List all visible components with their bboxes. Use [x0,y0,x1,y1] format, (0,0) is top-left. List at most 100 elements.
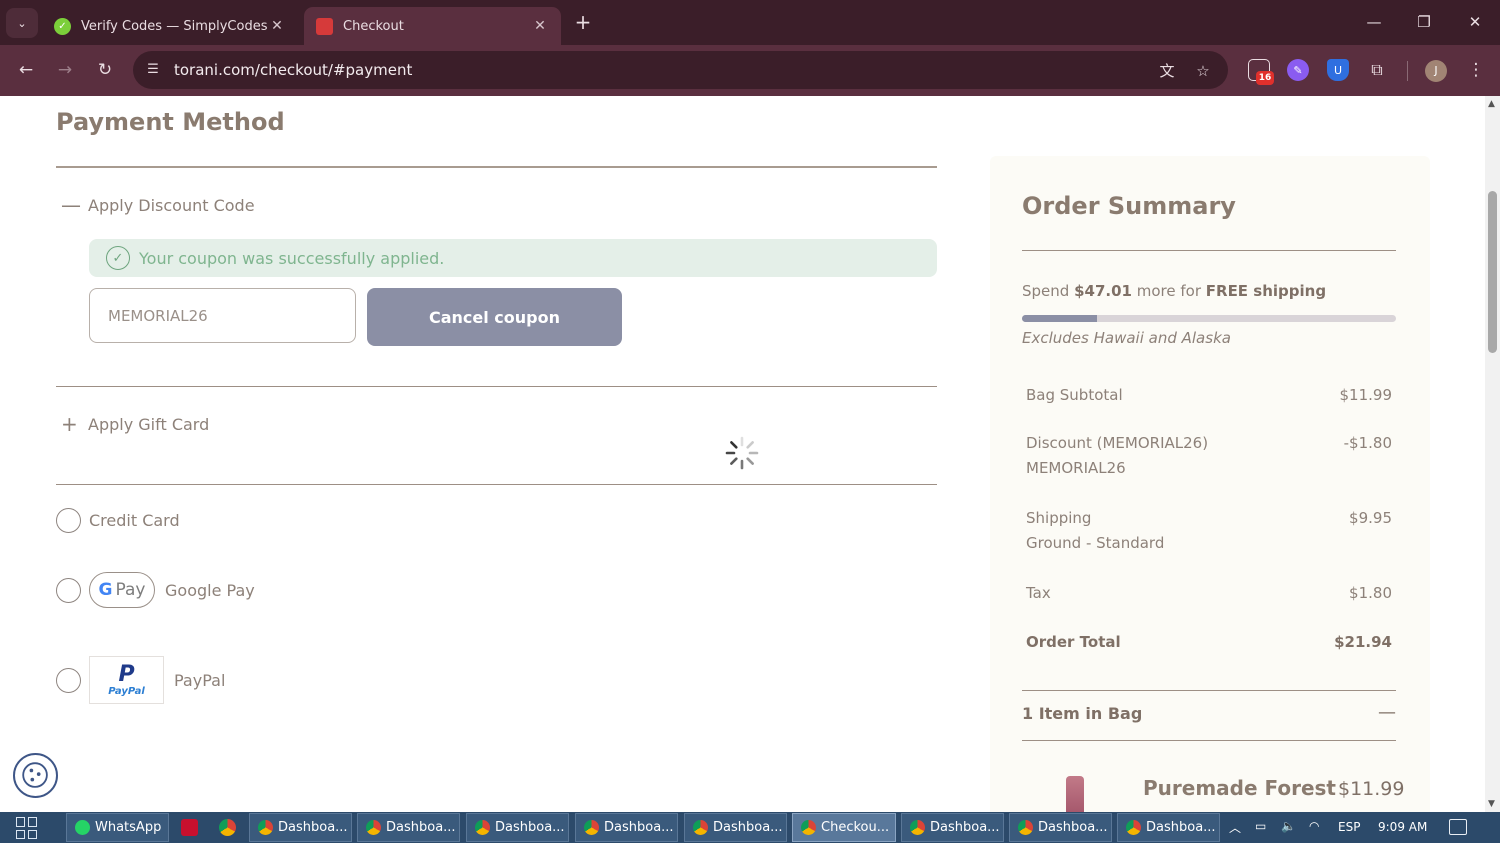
volume-icon[interactable]: 🔈 [1281,819,1296,833]
coupon-input[interactable] [89,288,356,343]
chrome-icon [366,820,381,835]
scroll-thumb[interactable] [1488,191,1497,353]
profile-avatar[interactable]: J [1425,60,1447,82]
close-window-icon[interactable]: ✕ [1465,12,1485,32]
taskbar-item-dashboard[interactable]: Dashboa... [901,813,1004,842]
windows-taskbar: WhatsApp Dashboa... Dashboa... Dashboa..… [0,812,1500,843]
chevron-down-icon: ⌄ [17,16,27,30]
line-value: $9.95 [1349,509,1392,527]
line-label: Shipping [1026,509,1092,527]
line-label: Tax [1026,584,1051,602]
tab-title: Verify Codes — SimplyCodes [81,18,268,34]
bookmark-star-icon[interactable]: ☆ [1192,60,1214,82]
checkout-page: Payment Method — Apply Discount Code ✓ Y… [0,96,1485,812]
taskbar-label: Dashboa... [604,820,674,835]
menu-kebab-icon[interactable]: ⋮ [1464,58,1488,82]
divider [1022,740,1396,741]
translate-icon[interactable]: 文 [1156,60,1178,82]
notification-icon[interactable] [1449,819,1467,835]
url-text: torani.com/checkout/#payment [174,61,413,79]
line-label: Discount (MEMORIAL26) [1026,434,1209,452]
line-sublabel: Ground - Standard [1026,534,1165,552]
battery-icon[interactable]: ▭ [1255,819,1266,833]
tab-search-button[interactable]: ⌄ [6,8,38,38]
taskbar-item-dashboard[interactable]: Dashboa... [1117,813,1220,842]
collapse-minus-icon[interactable]: — [1378,702,1396,723]
google-pay-label: Google Pay [165,580,255,600]
tab-title: Checkout [343,18,404,34]
line-value: $1.80 [1349,584,1392,602]
gift-card-toggle[interactable]: + Apply Gift Card [61,412,209,436]
extension-badge: 16 [1256,71,1274,85]
paypal-logo: P PayPal [89,656,164,704]
taskbar-label: Dashboa... [1146,820,1216,835]
cancel-coupon-button[interactable]: Cancel coupon [367,288,622,346]
clock[interactable]: 9:09 AM [1378,820,1427,834]
taskbar-item-dashboard[interactable]: Dashboa... [357,813,460,842]
extensions-puzzle-icon[interactable]: ⧉ [1366,59,1388,81]
taskbar-item-dashboard[interactable]: Dashboa... [1009,813,1112,842]
payment-option-credit-card[interactable]: Credit Card [56,508,180,533]
success-text: Your coupon was successfully applied. [139,248,445,268]
paypal-logo-text: PayPal [108,685,145,697]
credit-card-radio[interactable] [56,508,81,533]
items-in-bag-toggle[interactable]: 1 Item in Bag — [1022,702,1396,723]
order-summary-panel: Order Summary Spend $47.01 more for FREE… [990,156,1430,812]
taskbar-label: WhatsApp [95,820,162,835]
scroll-up-arrow-icon[interactable]: ▲ [1488,99,1495,109]
back-arrow-icon[interactable]: ← [14,58,38,82]
start-grid-icon[interactable] [16,817,38,839]
restore-icon[interactable]: ❐ [1414,12,1434,32]
items-heading: 1 Item in Bag [1022,704,1143,723]
site-settings-icon[interactable]: ☰ [143,60,163,80]
discount-code-toggle[interactable]: — Apply Discount Code [61,193,255,217]
payment-option-google-pay[interactable]: G Pay Google Pay [56,572,255,608]
tray-chevron-up-icon[interactable]: ︿ [1229,819,1241,836]
extension-purple-icon[interactable]: ✎ [1287,59,1309,81]
chrome-icon[interactable] [219,819,236,836]
taskbar-label: Dashboa... [278,820,348,835]
new-tab-button[interactable]: + [572,11,594,33]
progress-fill [1022,315,1097,322]
divider [56,386,937,387]
payment-method-title: Payment Method [56,108,285,136]
taskbar-item-dashboard[interactable]: Dashboa... [575,813,678,842]
divider [56,166,937,168]
taskbar-label: Checkou... [821,820,890,835]
tab-simplycodes[interactable]: ✓ Verify Codes — SimplyCodes ✕ [42,7,298,45]
forward-arrow-icon[interactable]: → [53,58,77,82]
address-bar[interactable]: ☰ torani.com/checkout/#payment 文 ☆ [133,51,1228,89]
minimize-icon[interactable]: — [1364,12,1384,32]
tab-close-icon[interactable]: ✕ [531,18,549,34]
page-scrollbar[interactable]: ▲ ▼ [1485,96,1500,812]
total-label: Order Total [1026,633,1121,651]
chrome-icon [1126,820,1141,835]
whatsapp-icon [75,820,90,835]
tab-checkout[interactable]: Checkout ✕ [304,7,561,45]
taskbar-item-checkout[interactable]: Checkou... [792,813,896,842]
wifi-icon[interactable]: ◠ [1309,819,1319,833]
extension-shield-icon[interactable]: U [1327,59,1349,81]
line-sublabel: MEMORIAL26 [1026,459,1126,477]
chrome-icon [801,820,816,835]
paypal-radio[interactable] [56,667,81,693]
coupon-success-message: ✓ Your coupon was successfully applied. [89,239,937,277]
taskbar-item-dashboard[interactable]: Dashboa... [466,813,569,842]
scroll-down-arrow-icon[interactable]: ▼ [1488,799,1495,809]
line-value: $11.99 [1339,386,1393,404]
taskbar-item-dashboard[interactable]: Dashboa... [249,813,352,842]
language-indicator[interactable]: ESP [1338,820,1360,834]
browser-tab-bar: ⌄ ✓ Verify Codes — SimplyCodes ✕ Checkou… [0,0,1500,45]
app-red-icon[interactable] [181,819,198,836]
cookie-settings-icon[interactable] [13,753,58,798]
paypal-p-icon: P [118,661,135,687]
google-pay-radio[interactable] [56,577,81,603]
taskbar-item-whatsapp[interactable]: WhatsApp [66,813,169,842]
gift-card-label: Apply Gift Card [88,414,210,434]
payment-option-paypal[interactable]: P PayPal PayPal [56,656,225,704]
reload-icon[interactable]: ↻ [93,58,117,82]
tab-close-icon[interactable]: ✕ [268,18,286,34]
divider [1022,690,1396,691]
taskbar-item-dashboard[interactable]: Dashboa... [684,813,787,842]
total-value: $21.94 [1334,633,1392,651]
